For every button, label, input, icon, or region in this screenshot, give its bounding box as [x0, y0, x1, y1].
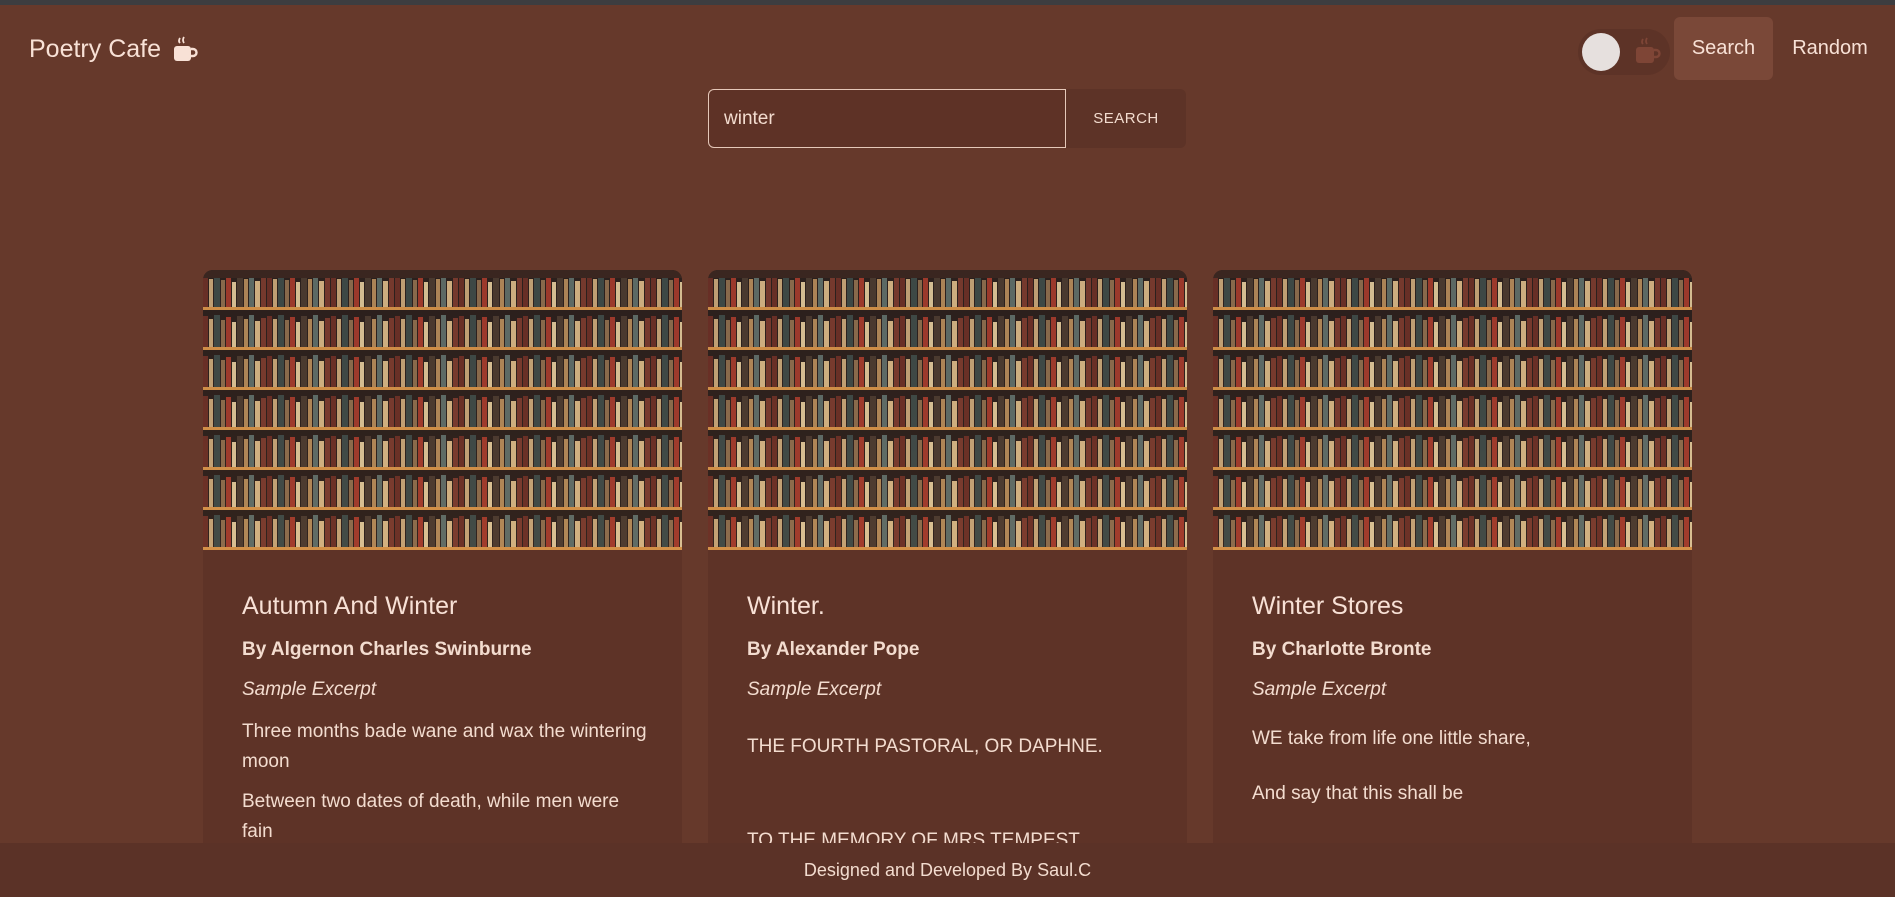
poem-title[interactable]: Winter Stores [1252, 592, 1403, 621]
brand-link[interactable]: Poetry Cafe [29, 35, 199, 64]
excerpt-label: Sample Excerpt [747, 679, 882, 700]
excerpt-line: WE take from life one little share, [1252, 728, 1531, 749]
footer: Designed and Developed By Saul.C [0, 843, 1895, 897]
excerpt-lines: WE take from life one little share, And … [1252, 724, 1662, 819]
poem-card[interactable]: Winter Stores By Charlotte Bronte Sample… [1213, 270, 1692, 850]
nav-random-link[interactable]: Random [1780, 17, 1880, 80]
poem-title[interactable]: Autumn And Winter [242, 592, 457, 621]
coffee-cup-icon [171, 36, 199, 64]
poem-author: By Alexander Pope [747, 639, 920, 660]
bookshelf-image [708, 270, 1187, 550]
poem-card[interactable]: Autumn And Winter By Algernon Charles Sw… [203, 270, 682, 850]
search-input[interactable] [708, 89, 1066, 148]
excerpt-line: And say that this shall be [1252, 783, 1464, 804]
bookshelf-image [1213, 270, 1692, 550]
excerpt-lines: Three months bade wane and wax the winte… [242, 717, 652, 850]
theme-toggle[interactable] [1578, 29, 1670, 75]
search-button[interactable]: SEARCH [1066, 89, 1186, 148]
footer-credit: Designed and Developed By Saul.C [803, 859, 1092, 880]
poem-author: By Algernon Charles Swinburne [242, 639, 532, 660]
nav-search-link[interactable]: Search [1674, 17, 1773, 80]
excerpt-line: THE FOURTH PASTORAL, OR DAPHNE. [747, 736, 1103, 757]
excerpt-line: Three months bade wane and wax the winte… [242, 721, 647, 772]
bookshelf-image [203, 270, 682, 550]
excerpt-lines: THE FOURTH PASTORAL, OR DAPHNE. TO THE M… [747, 732, 1157, 850]
poem-card[interactable]: Winter. By Alexander Pope Sample Excerpt… [708, 270, 1187, 850]
coffee-cup-icon [1632, 37, 1662, 72]
excerpt-label: Sample Excerpt [242, 679, 377, 700]
excerpt-label: Sample Excerpt [1252, 679, 1387, 700]
poem-title[interactable]: Winter. [747, 592, 825, 621]
toggle-knob [1582, 33, 1620, 71]
navbar: Poetry Cafe Search Random [0, 5, 1895, 91]
excerpt-line: Between two dates of death, while men we… [242, 791, 620, 842]
poem-author: By Charlotte Bronte [1252, 639, 1432, 660]
brand-title: Poetry Cafe [29, 35, 162, 63]
